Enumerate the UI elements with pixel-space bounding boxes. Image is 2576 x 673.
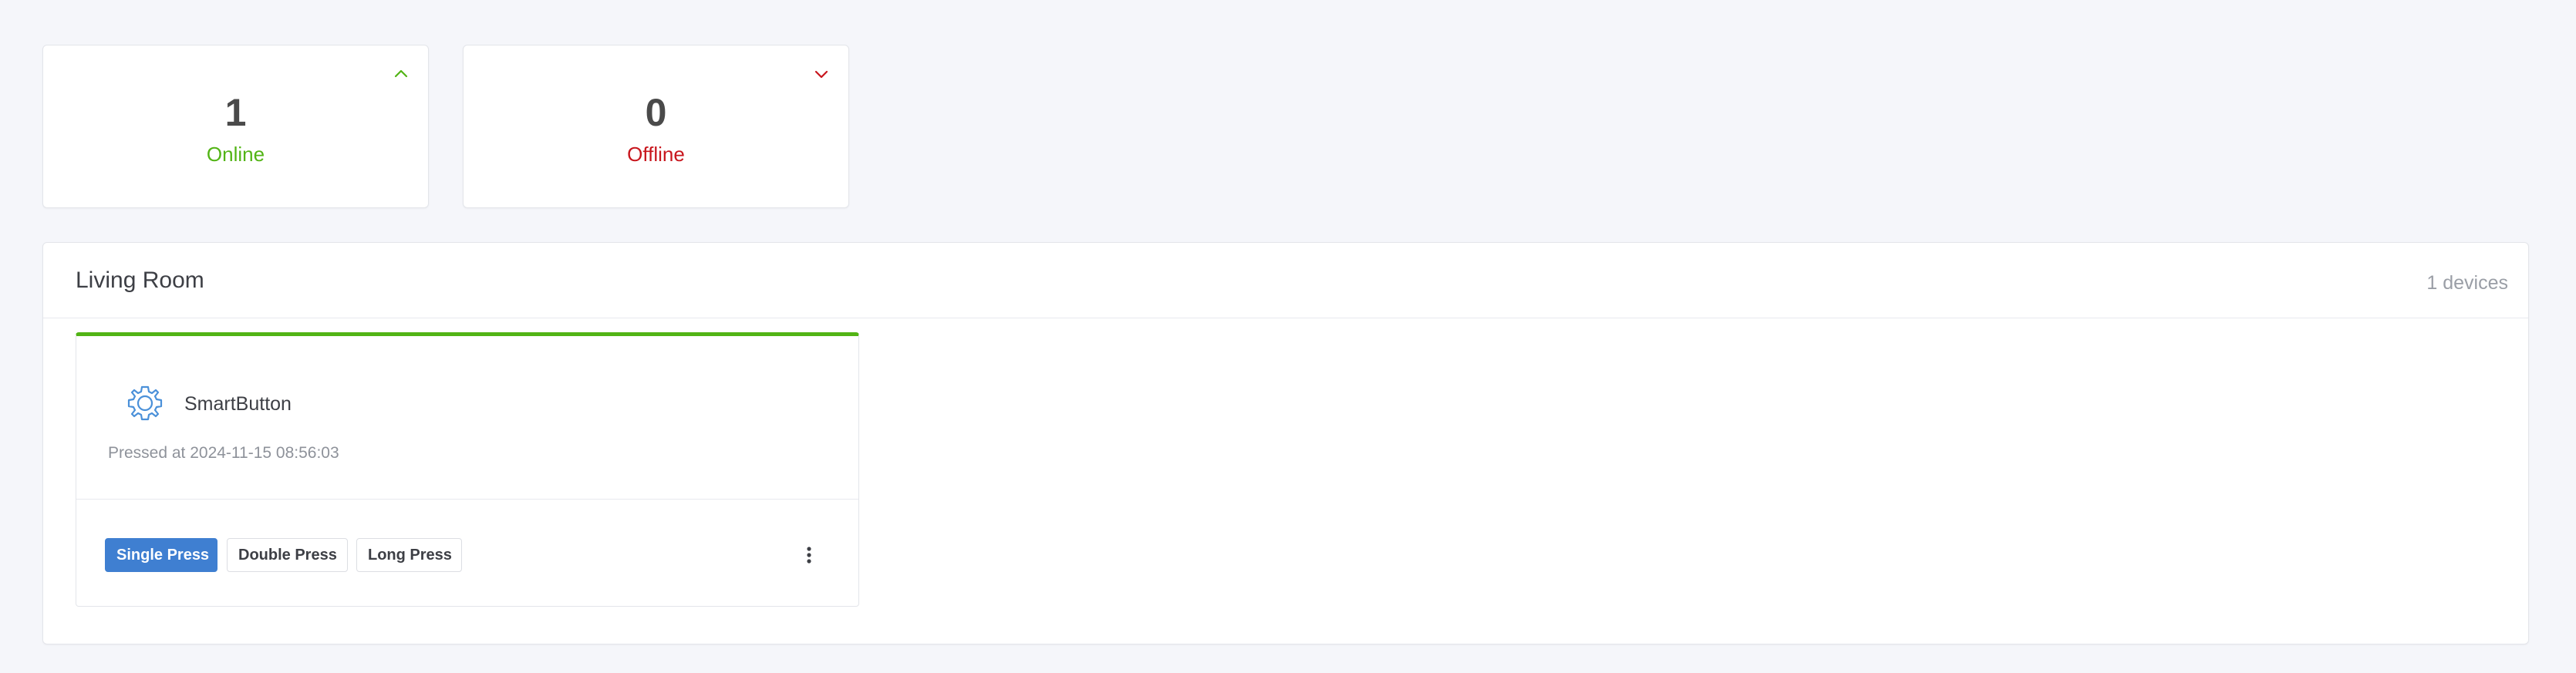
offline-label: Offline [627, 143, 685, 166]
online-label: Online [206, 143, 265, 166]
more-vertical-icon[interactable] [803, 543, 815, 567]
double-press-button[interactable]: Double Press [227, 538, 348, 572]
room-panel: Living Room 1 devices SmartButton Presse… [42, 242, 2529, 644]
single-press-button[interactable]: Single Press [105, 538, 217, 572]
long-press-button[interactable]: Long Press [356, 538, 462, 572]
room-device-count: 1 devices [2426, 272, 2508, 294]
offline-stat-card[interactable]: 0 Offline [463, 45, 849, 208]
online-stat-card[interactable]: 1 Online [42, 45, 429, 208]
online-count: 1 [224, 91, 247, 134]
offline-count: 0 [645, 91, 667, 134]
device-last-pressed: Pressed at 2024-11-15 08:56:03 [108, 444, 339, 462]
divider [76, 499, 858, 500]
gear-icon [127, 385, 163, 421]
device-card[interactable]: SmartButton Pressed at 2024-11-15 08:56:… [76, 332, 859, 607]
room-header: Living Room 1 devices [43, 243, 2528, 318]
room-title: Living Room [76, 268, 204, 293]
device-name: SmartButton [184, 393, 292, 415]
chevron-down-icon [814, 70, 828, 79]
chevron-up-icon [394, 69, 408, 78]
